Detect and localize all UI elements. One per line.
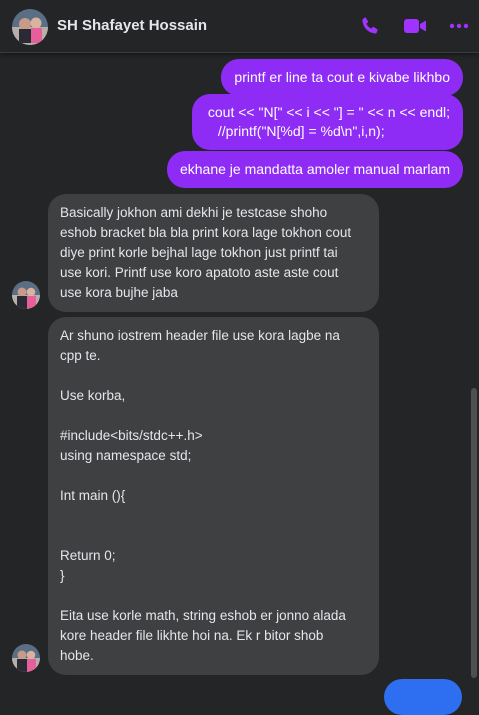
message-text: //printf("N[%d] = %d\n",i,n);	[217, 123, 385, 139]
message-text	[60, 466, 367, 486]
scrollbar-thumb[interactable]	[471, 388, 477, 678]
message-text: kore header file likhte hoi na. Ek r bit…	[60, 628, 324, 643]
contact-mini-avatar[interactable]	[12, 644, 40, 672]
message-text: Basically jokhon ami dekhi je testcase s…	[60, 205, 328, 220]
incoming-message[interactable]: Basically jokhon ami dekhi je testcase s…	[48, 194, 379, 312]
message-text	[60, 526, 367, 546]
contact-mini-avatar[interactable]	[12, 281, 40, 309]
contact-avatar[interactable]	[12, 9, 48, 45]
message-list[interactable]: printf er line ta cout e kivabe likhbo c…	[0, 53, 479, 689]
message-text	[60, 506, 367, 526]
incoming-message[interactable]: Ar shuno iostrem header file use kora la…	[48, 317, 379, 675]
message-text: using namespace std;	[60, 448, 192, 463]
message-text	[60, 366, 367, 386]
message-text: Eita use korle math, string eshob er jon…	[60, 608, 346, 623]
message-text	[60, 406, 367, 426]
phone-icon[interactable]	[358, 14, 382, 38]
more-options-icon[interactable]	[447, 14, 471, 38]
outgoing-message[interactable]: ekhane je mandatta amoler manual marlam	[166, 151, 463, 188]
message-text: Int main (){	[60, 488, 126, 503]
contact-name[interactable]: SH Shafayet Hossain	[57, 17, 207, 34]
message-text: ekhane je mandatta amoler manual marlam	[179, 161, 450, 177]
message-text: use kora bujhe jaba	[60, 285, 178, 300]
outgoing-message[interactable]: cout << "N[" << i << "] = " << n << endl…	[191, 94, 463, 150]
chat-header: SH Shafayet Hossain	[0, 0, 479, 53]
message-text: #include<bits/stdc++.h>	[60, 428, 203, 443]
video-camera-icon[interactable]	[403, 14, 427, 38]
message-text: diye print korle bejhal lage tokhon just…	[60, 245, 338, 260]
message-text: printf er line ta cout e kivabe likhbo	[234, 69, 450, 85]
message-text: cout << "N[" << i << "] = " << n << endl…	[207, 104, 450, 120]
message-text: use kori. Printf use koro apatoto aste a…	[60, 265, 339, 280]
message-text: Return 0;	[60, 548, 116, 563]
message-text: cpp te.	[60, 348, 101, 363]
message-text: }	[60, 568, 65, 583]
message-text: hobe.	[60, 648, 94, 663]
message-text: Use korba,	[60, 388, 126, 403]
outgoing-message[interactable]: printf er line ta cout e kivabe likhbo	[221, 59, 463, 96]
jump-to-latest-button[interactable]	[384, 679, 462, 715]
message-text: eshob bracket bla bla print kora lage to…	[60, 225, 352, 240]
message-text	[60, 586, 367, 606]
message-text: Ar shuno iostrem header file use kora la…	[60, 328, 340, 343]
